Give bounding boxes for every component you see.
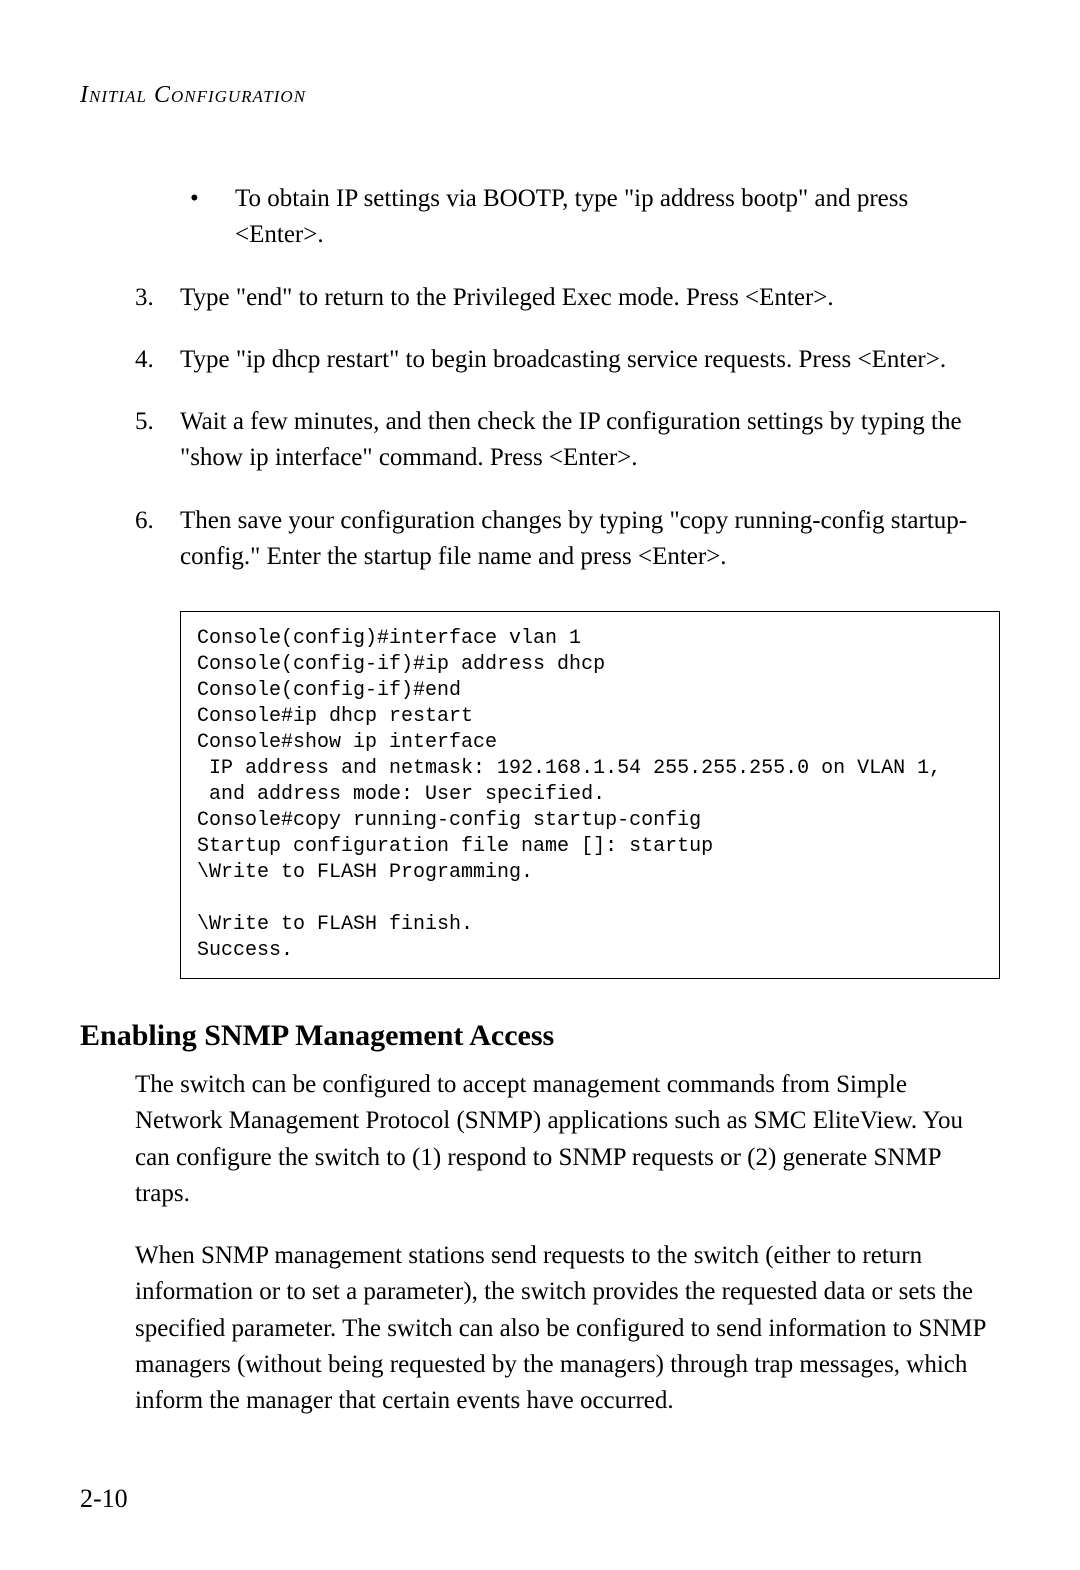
step-text: Then save your configuration changes by …: [180, 503, 1000, 576]
body-paragraph: The switch can be configured to accept m…: [135, 1067, 1000, 1212]
step-text: Wait a few minutes, and then check the I…: [180, 404, 1000, 477]
step-4: 4. Type "ip dhcp restart" to begin broad…: [135, 342, 1000, 378]
step-number: 6.: [135, 503, 180, 576]
page-number: 2-10: [80, 1484, 128, 1514]
step-6: 6. Then save your configuration changes …: [135, 503, 1000, 576]
step-number: 5.: [135, 404, 180, 477]
bullet-marker: •: [190, 181, 235, 254]
section-heading: Enabling SNMP Management Access: [80, 1019, 1000, 1053]
page-header: Initial Configuration: [80, 82, 1000, 109]
step-number: 4.: [135, 342, 180, 378]
bullet-item: • To obtain IP settings via BOOTP, type …: [190, 181, 1000, 254]
step-text: Type "end" to return to the Privileged E…: [180, 280, 1000, 316]
body-paragraph: When SNMP management stations send reque…: [135, 1238, 1000, 1419]
step-text: Type "ip dhcp restart" to begin broadcas…: [180, 342, 1000, 378]
bullet-text: To obtain IP settings via BOOTP, type "i…: [235, 181, 1000, 254]
step-3: 3. Type "end" to return to the Privilege…: [135, 280, 1000, 316]
step-5: 5. Wait a few minutes, and then check th…: [135, 404, 1000, 477]
console-code-block: Console(config)#interface vlan 1 Console…: [180, 611, 1000, 979]
step-number: 3.: [135, 280, 180, 316]
main-content: • To obtain IP settings via BOOTP, type …: [80, 181, 1000, 1419]
